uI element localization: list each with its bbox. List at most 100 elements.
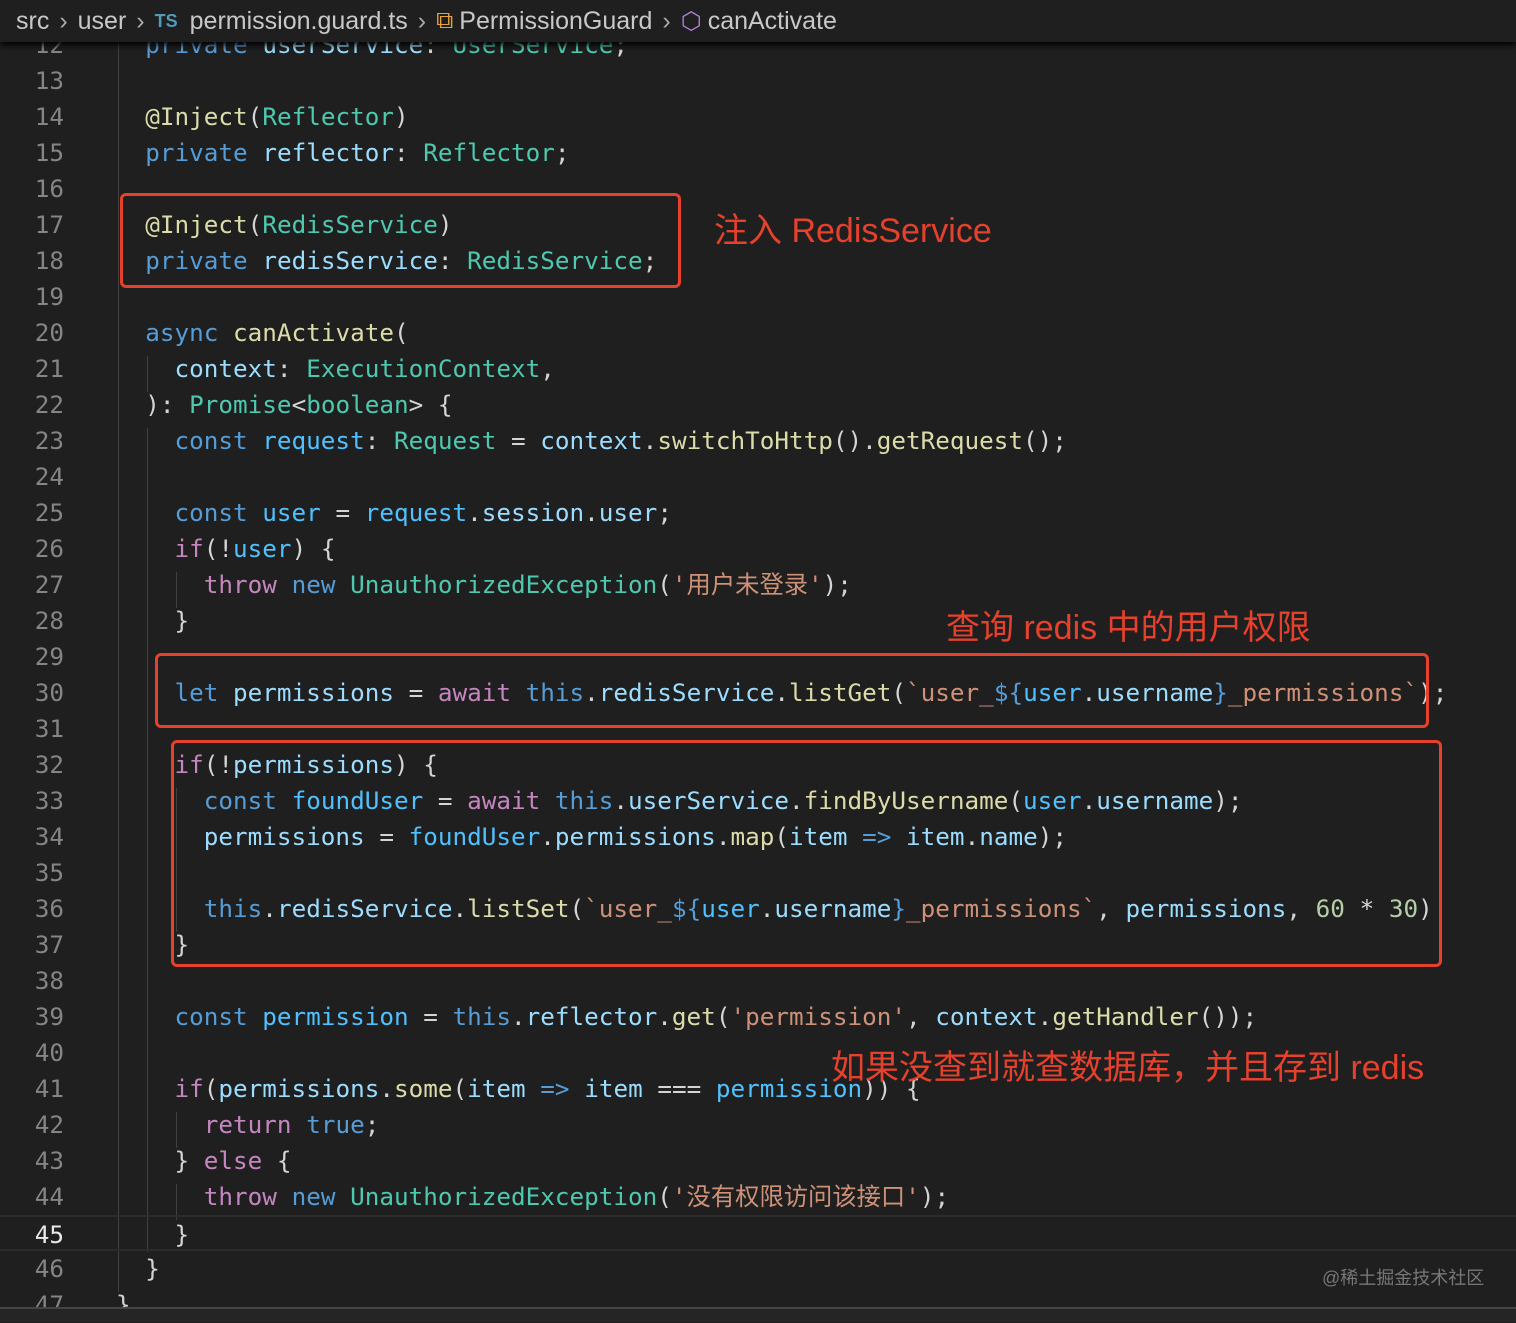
code-line[interactable]: 13 — [0, 63, 1516, 99]
line-number: 42 — [34, 1110, 64, 1139]
code-token: reflector — [262, 138, 394, 167]
line-number: 15 — [34, 138, 64, 167]
breadcrumb: src › user › TS permission.guard.ts › ⧉ … — [0, 0, 1516, 42]
code-line[interactable]: 39 const permission = this.reflector.get… — [0, 999, 1516, 1035]
code-line[interactable]: 21 context: ExecutionContext, — [0, 351, 1516, 387]
code-token: . — [1037, 1002, 1053, 1031]
line-number: 17 — [34, 210, 64, 239]
code-token: . — [467, 498, 482, 527]
breadcrumb-src[interactable]: src — [16, 7, 49, 36]
code-token: , — [906, 1002, 936, 1031]
line-number: 28 — [34, 606, 64, 635]
line-number: 46 — [34, 1254, 64, 1283]
chevron-right-icon: › — [59, 6, 68, 35]
line-text: throw new UnauthorizedException('用户未登录')… — [116, 567, 852, 603]
code-line[interactable]: 38 — [0, 963, 1516, 999]
method-symbol-icon: ⬡ — [680, 7, 702, 35]
code-token: const — [174, 1002, 248, 1031]
code-token: ); — [822, 570, 852, 599]
code-token: : — [393, 138, 424, 167]
line-number: 38 — [34, 966, 64, 995]
breadcrumb-method[interactable]: canActivate — [708, 7, 837, 36]
code-token: ( — [247, 102, 263, 131]
code-line[interactable]: 45 } — [0, 1215, 1516, 1251]
code-token: . — [510, 1002, 526, 1031]
code-line[interactable]: 23 const request: Request = context.swit… — [0, 423, 1516, 459]
code-token: user — [598, 498, 658, 527]
line-number: 19 — [34, 282, 64, 311]
code-line[interactable]: 15 private reflector: Reflector; — [0, 135, 1516, 171]
line-number: 39 — [34, 1002, 64, 1031]
code-token: else — [203, 1146, 263, 1175]
code-token: switchToHttp — [657, 426, 833, 455]
line-text: } — [116, 1217, 190, 1253]
code-token: some — [393, 1074, 453, 1103]
line-number: 44 — [34, 1182, 64, 1211]
code-token: ( — [715, 1002, 731, 1031]
code-token: : — [276, 354, 307, 383]
line-number: 26 — [34, 534, 64, 563]
code-line[interactable]: 22 ): Promise<boolean> { — [0, 387, 1516, 423]
code-token: ) { — [291, 534, 336, 563]
code-token: '用户未登录' — [671, 570, 823, 599]
code-token: ; — [554, 138, 570, 167]
code-line[interactable]: 26 if(!user) { — [0, 531, 1516, 567]
code-token: request — [364, 498, 468, 527]
code-token: > { — [408, 390, 453, 419]
code-token: item — [584, 1074, 643, 1103]
code-token: Request — [393, 426, 497, 455]
line-text: const permission = this.reflector.get('p… — [116, 999, 1258, 1035]
code-token: ( — [203, 1074, 219, 1103]
line-number: 23 — [34, 426, 64, 455]
code-token: ( — [657, 570, 672, 599]
annotation-inject: 注入 RedisService — [714, 212, 992, 250]
code-line[interactable]: 14 @Inject(Reflector) — [0, 99, 1516, 135]
line-text: const user = request.session.user; — [116, 495, 672, 531]
code-line[interactable]: 24 — [0, 459, 1516, 495]
line-text: } else { — [116, 1143, 292, 1179]
code-token: context — [540, 426, 643, 455]
line-text: if(!user) { — [116, 531, 336, 567]
code-token: . — [642, 426, 658, 455]
code-token: ; — [364, 1110, 380, 1139]
line-number: 33 — [34, 786, 64, 815]
code-token: if — [174, 1074, 204, 1103]
line-number: 13 — [34, 66, 64, 95]
code-token: } — [174, 1220, 190, 1249]
breadcrumb-file[interactable]: permission.guard.ts — [190, 7, 408, 36]
line-text: private reflector: Reflector; — [116, 135, 570, 171]
code-line[interactable]: 46 } — [0, 1251, 1516, 1287]
code-line[interactable]: 44 throw new UnauthorizedException('没有权限… — [0, 1179, 1516, 1215]
code-token: ()); — [1198, 1002, 1258, 1031]
code-line[interactable]: 20 async canActivate( — [0, 315, 1516, 351]
annotation-box-inject — [120, 193, 681, 288]
line-number: 14 — [34, 102, 64, 131]
code-token: session — [481, 498, 585, 527]
line-text: } — [116, 603, 190, 639]
code-token: permission — [262, 1002, 409, 1031]
breadcrumb-user[interactable]: user — [78, 7, 127, 36]
code-token: < — [291, 390, 307, 419]
code-token: => — [540, 1074, 570, 1103]
code-line[interactable]: 42 return true; — [0, 1107, 1516, 1143]
breadcrumb-class[interactable]: PermissionGuard — [459, 7, 652, 36]
code-token: ; — [657, 498, 672, 527]
code-token: reflector — [525, 1002, 658, 1031]
code-line[interactable]: 25 const user = request.session.user; — [0, 495, 1516, 531]
code-line[interactable]: 27 throw new UnauthorizedException('用户未登… — [0, 567, 1516, 603]
code-token: new — [291, 1182, 336, 1211]
code-token: ( — [452, 1074, 468, 1103]
line-number: 41 — [34, 1074, 64, 1103]
code-token: boolean — [306, 390, 409, 419]
code-token: request — [262, 426, 365, 455]
line-number: 20 — [34, 318, 64, 347]
annotation-fallback: 如果没查到就查数据库，并且存到 redis — [831, 1049, 1425, 1087]
code-line[interactable]: 43 } else { — [0, 1143, 1516, 1179]
code-token: user — [233, 534, 292, 563]
